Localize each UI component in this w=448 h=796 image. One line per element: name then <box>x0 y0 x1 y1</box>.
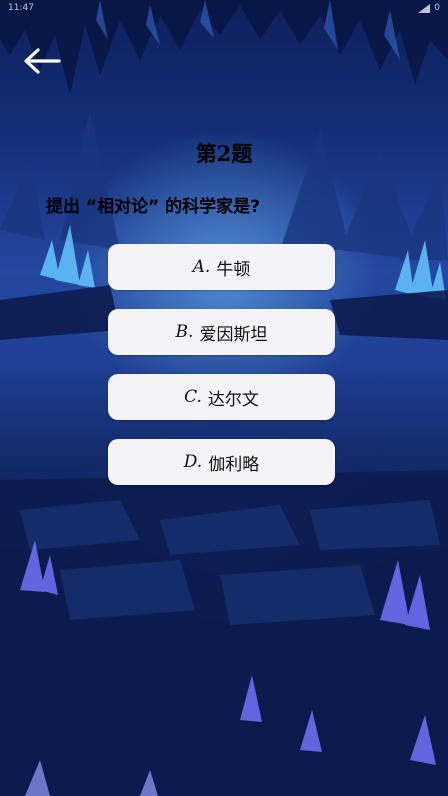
status-icons: 0 <box>418 3 440 13</box>
option-letter: D. <box>183 452 203 472</box>
option-text: 爱因斯坦 <box>199 324 268 345</box>
option-letter: C. <box>184 387 202 407</box>
question-number: 第2题 <box>195 141 253 166</box>
option-text: 牛顿 <box>216 259 251 280</box>
status-time: 11:47 <box>8 3 34 13</box>
battery-level: 0 <box>434 3 440 13</box>
signal-icon <box>418 3 431 13</box>
status-bar: 11:47 0 <box>0 0 448 16</box>
option-d-button[interactable]: D. 伽利略 <box>108 439 335 485</box>
option-c-button[interactable]: C. 达尔文 <box>108 374 335 420</box>
question-text: 提出 “相对论” 的科学家是? <box>46 197 261 217</box>
arrow-left-icon <box>24 48 61 74</box>
option-text: 伽利略 <box>208 454 260 475</box>
back-button[interactable] <box>20 44 64 78</box>
answer-options: A. 牛顿 B. 爱因斯坦 C. 达尔文 D. 伽利略 <box>108 244 335 504</box>
option-a-button[interactable]: A. 牛顿 <box>108 244 335 290</box>
option-letter: B. <box>175 322 194 342</box>
option-b-button[interactable]: B. 爱因斯坦 <box>108 309 335 355</box>
option-letter: A. <box>192 257 211 277</box>
option-text: 达尔文 <box>207 389 259 410</box>
